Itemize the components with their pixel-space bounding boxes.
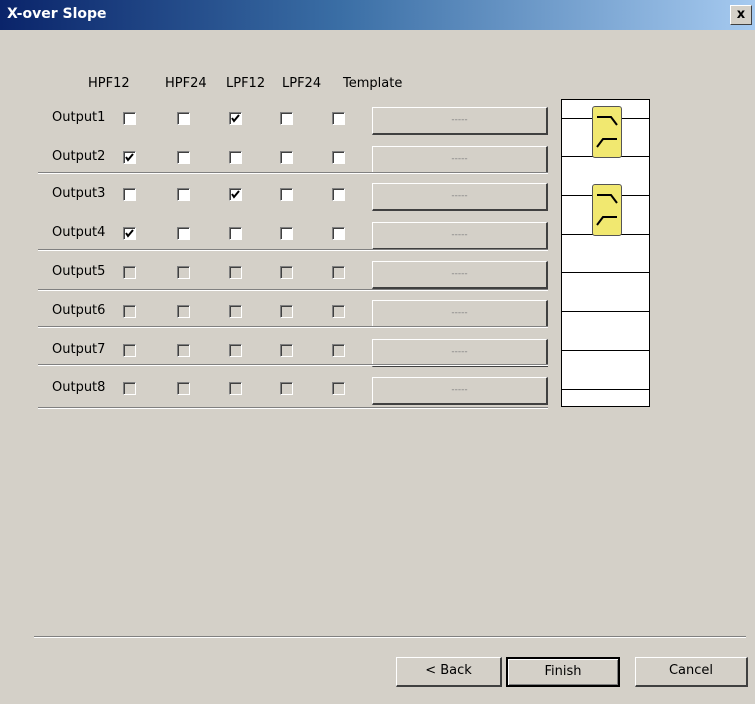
output-label: Output7 [52,342,106,357]
checkbox-hpf24-output2[interactable] [177,151,190,164]
checkbox-lpf12-output1[interactable] [229,112,242,125]
checkbox-lpf24-output1[interactable] [280,112,293,125]
template-button[interactable]: ----- [372,300,548,328]
column-header-lpf12: LPF12 [226,76,266,91]
checkbox-lpf24-output3[interactable] [280,188,293,201]
checkbox-hpf24-output4[interactable] [177,227,190,240]
checkbox-hpf12-output5[interactable] [123,266,136,279]
back-button[interactable]: < Back [396,657,502,687]
checkbox-hpf12-output1[interactable] [123,112,136,125]
finish-button[interactable]: Finish [506,657,620,687]
group-divider [38,407,548,409]
group-divider [38,364,548,366]
checkbox-lpf24-output5[interactable] [280,266,293,279]
column-header-template: Template [343,76,403,91]
crossover-filter-icon [592,106,622,158]
output-label: Output2 [52,149,106,164]
output-label: Output3 [52,186,106,201]
checkbox-hpf24-output3[interactable] [177,188,190,201]
checkbox-hpf12-output3[interactable] [123,188,136,201]
checkbox-lpf12-output5[interactable] [229,266,242,279]
checkbox-lpf12-output6[interactable] [229,305,242,318]
checkbox-lpf24-output4[interactable] [280,227,293,240]
checkbox-template-output8[interactable] [332,382,345,395]
checkbox-lpf12-output7[interactable] [229,344,242,357]
column-header-hpf12: HPF12 [88,76,130,91]
footer-divider [34,636,746,638]
cancel-button[interactable]: Cancel [635,657,748,687]
template-button[interactable]: ----- [372,261,548,289]
group-divider [38,326,548,328]
template-button[interactable]: ----- [372,146,548,174]
template-button[interactable]: ----- [372,107,548,135]
output-label: Output5 [52,264,106,279]
checkbox-hpf24-output1[interactable] [177,112,190,125]
checkbox-hpf12-output7[interactable] [123,344,136,357]
checkbox-template-output7[interactable] [332,344,345,357]
checkbox-lpf12-output3[interactable] [229,188,242,201]
group-divider [38,249,548,251]
checkbox-template-output5[interactable] [332,266,345,279]
output-label: Output4 [52,225,106,240]
group-divider [38,289,548,291]
routing-line [562,389,649,390]
checkbox-lpf24-output2[interactable] [280,151,293,164]
checkbox-lpf12-output8[interactable] [229,382,242,395]
column-header-lpf24: LPF24 [282,76,322,91]
checkbox-hpf24-output6[interactable] [177,305,190,318]
checkbox-template-output1[interactable] [332,112,345,125]
window-title: X-over Slope [7,6,107,22]
checkbox-template-output3[interactable] [332,188,345,201]
checkbox-hpf12-output4[interactable] [123,227,136,240]
checkbox-lpf24-output8[interactable] [280,382,293,395]
routing-line [562,272,649,273]
checkbox-lpf12-output4[interactable] [229,227,242,240]
template-button[interactable]: ----- [372,339,548,367]
routing-line [562,311,649,312]
output-label: Output8 [52,380,106,395]
checkbox-lpf12-output2[interactable] [229,151,242,164]
checkbox-hpf12-output8[interactable] [123,382,136,395]
template-button[interactable]: ----- [372,222,548,250]
checkbox-template-output4[interactable] [332,227,345,240]
routing-diagram [561,99,650,407]
checkbox-lpf24-output6[interactable] [280,305,293,318]
checkbox-template-output2[interactable] [332,151,345,164]
routing-line [562,350,649,351]
checkbox-hpf12-output2[interactable] [123,151,136,164]
column-header-hpf24: HPF24 [165,76,207,91]
crossover-filter-icon [592,184,622,236]
output-label: Output1 [52,110,106,125]
title-bar: X-over Slope x [0,0,755,30]
template-button[interactable]: ----- [372,377,548,405]
checkbox-lpf24-output7[interactable] [280,344,293,357]
group-divider [38,172,548,174]
template-button[interactable]: ----- [372,183,548,211]
close-button[interactable]: x [730,5,752,25]
output-label: Output6 [52,303,106,318]
checkbox-hpf12-output6[interactable] [123,305,136,318]
checkbox-hpf24-output7[interactable] [177,344,190,357]
checkbox-template-output6[interactable] [332,305,345,318]
checkbox-hpf24-output5[interactable] [177,266,190,279]
checkbox-hpf24-output8[interactable] [177,382,190,395]
